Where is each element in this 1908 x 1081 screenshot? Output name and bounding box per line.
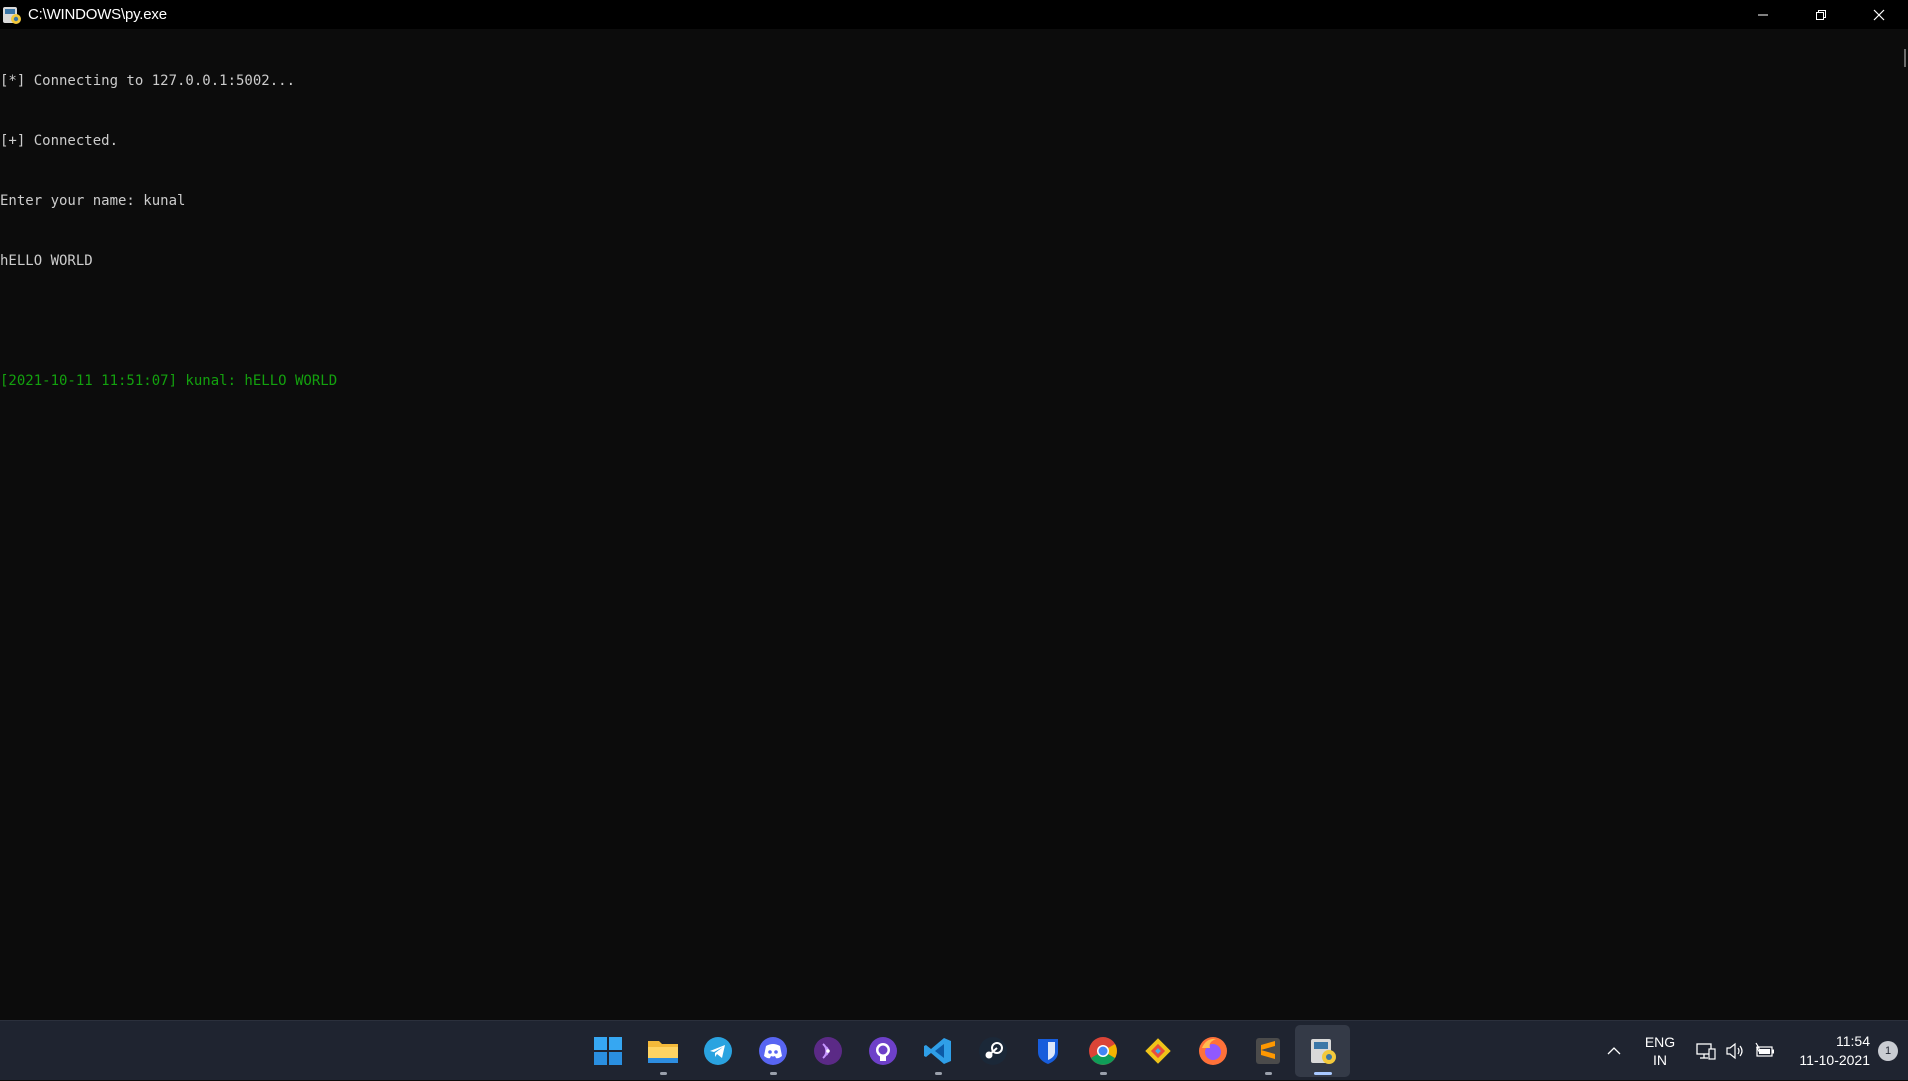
- clock-time: 11:54: [1836, 1033, 1870, 1049]
- taskbar-git-gui[interactable]: [1130, 1025, 1185, 1077]
- network-icon: [1696, 1043, 1716, 1060]
- battery-charging-icon: [1755, 1042, 1774, 1057]
- console-line-message: [2021-10-11 11:51:07] kunal: hELLO WORLD: [0, 373, 338, 389]
- start-button[interactable]: [580, 1025, 635, 1077]
- taskbar-apps: [580, 1021, 1350, 1081]
- console-line: hELLO WORLD: [0, 253, 93, 269]
- discord-icon: [758, 1037, 787, 1065]
- taskbar-bitwarden[interactable]: [1020, 1025, 1075, 1077]
- region-code: IN: [1653, 1052, 1667, 1068]
- taskbar-chrome[interactable]: [1075, 1025, 1130, 1077]
- taskbar-discord[interactable]: [745, 1025, 800, 1077]
- chrome-icon: [1088, 1037, 1117, 1065]
- running-indicator: [659, 1072, 667, 1075]
- system-tray: ENG IN 11:54 11-10-2021 1: [1594, 1021, 1908, 1081]
- network-button[interactable]: [1692, 1021, 1720, 1081]
- console-output[interactable]: [*] Connecting to 127.0.0.1:5002... [+] …: [0, 31, 1890, 1016]
- taskbar-podcast[interactable]: [800, 1025, 855, 1077]
- python-launcher-icon: [1310, 1039, 1336, 1064]
- restore-button[interactable]: [1792, 0, 1850, 29]
- language-code: ENG: [1644, 1034, 1676, 1050]
- taskbar-sublime-text[interactable]: [1240, 1025, 1295, 1077]
- clock-date: 11-10-2021: [1799, 1052, 1870, 1068]
- notification-badge[interactable]: 1: [1878, 1041, 1898, 1061]
- restore-icon: [1816, 9, 1826, 20]
- taskbar-steam[interactable]: [965, 1025, 1020, 1077]
- language-indicator[interactable]: ENG IN: [1634, 1021, 1686, 1081]
- show-hidden-icons-button[interactable]: [1594, 1021, 1634, 1081]
- minimize-button[interactable]: [1734, 0, 1792, 29]
- start-icon: [593, 1037, 622, 1065]
- clock[interactable]: 11:54 11-10-2021: [1780, 1021, 1870, 1081]
- console-window[interactable]: C:\WINDOWS\py.exe [*] Connecting to 127.…: [0, 0, 1908, 1020]
- taskbar-vscode[interactable]: [910, 1025, 965, 1077]
- title-bar[interactable]: C:\WINDOWS\py.exe: [0, 0, 1908, 29]
- github-icon: [868, 1037, 897, 1065]
- python-icon: [2, 5, 22, 25]
- scrollbar[interactable]: [1894, 29, 1908, 1020]
- close-icon: [1873, 9, 1885, 20]
- window-controls: [1734, 0, 1908, 29]
- taskbar-telegram[interactable]: [690, 1025, 745, 1077]
- taskbar-github[interactable]: [855, 1025, 910, 1077]
- taskbar-file-explorer[interactable]: [635, 1025, 690, 1077]
- running-indicator: [1099, 1072, 1107, 1075]
- file-explorer-icon: [647, 1041, 678, 1063]
- telegram-icon: [703, 1037, 732, 1065]
- speaker-icon: [1726, 1042, 1743, 1060]
- console-line: [*] Connecting to 127.0.0.1:5002...: [0, 73, 296, 89]
- console-line: Enter your name: kunal: [0, 193, 186, 209]
- volume-button[interactable]: [1720, 1021, 1750, 1081]
- scrollbar-thumb[interactable]: [1904, 49, 1906, 67]
- battery-button[interactable]: [1750, 1021, 1780, 1081]
- running-indicator: [769, 1072, 777, 1075]
- window-title: C:\WINDOWS\py.exe: [28, 6, 167, 23]
- steam-icon: [978, 1037, 1007, 1065]
- firefox-icon: [1198, 1037, 1227, 1065]
- taskbar-firefox[interactable]: [1185, 1025, 1240, 1077]
- taskbar: ENG IN 11:54 11-10-2021 1: [0, 1020, 1908, 1080]
- chevron-up-icon: [1607, 1047, 1621, 1055]
- vscode-icon: [923, 1038, 951, 1064]
- active-indicator: [1313, 1072, 1332, 1075]
- running-indicator: [1264, 1072, 1272, 1075]
- taskbar-python-launcher[interactable]: [1295, 1025, 1350, 1077]
- running-indicator: [934, 1072, 942, 1075]
- podcast-icon: [813, 1037, 842, 1065]
- bitwarden-icon: [1037, 1039, 1058, 1064]
- sublime-text-icon: [1255, 1038, 1280, 1064]
- close-button[interactable]: [1850, 0, 1908, 29]
- git-gui-icon: [1144, 1038, 1171, 1064]
- minimize-icon: [1758, 14, 1768, 15]
- console-line: [+] Connected.: [0, 133, 119, 149]
